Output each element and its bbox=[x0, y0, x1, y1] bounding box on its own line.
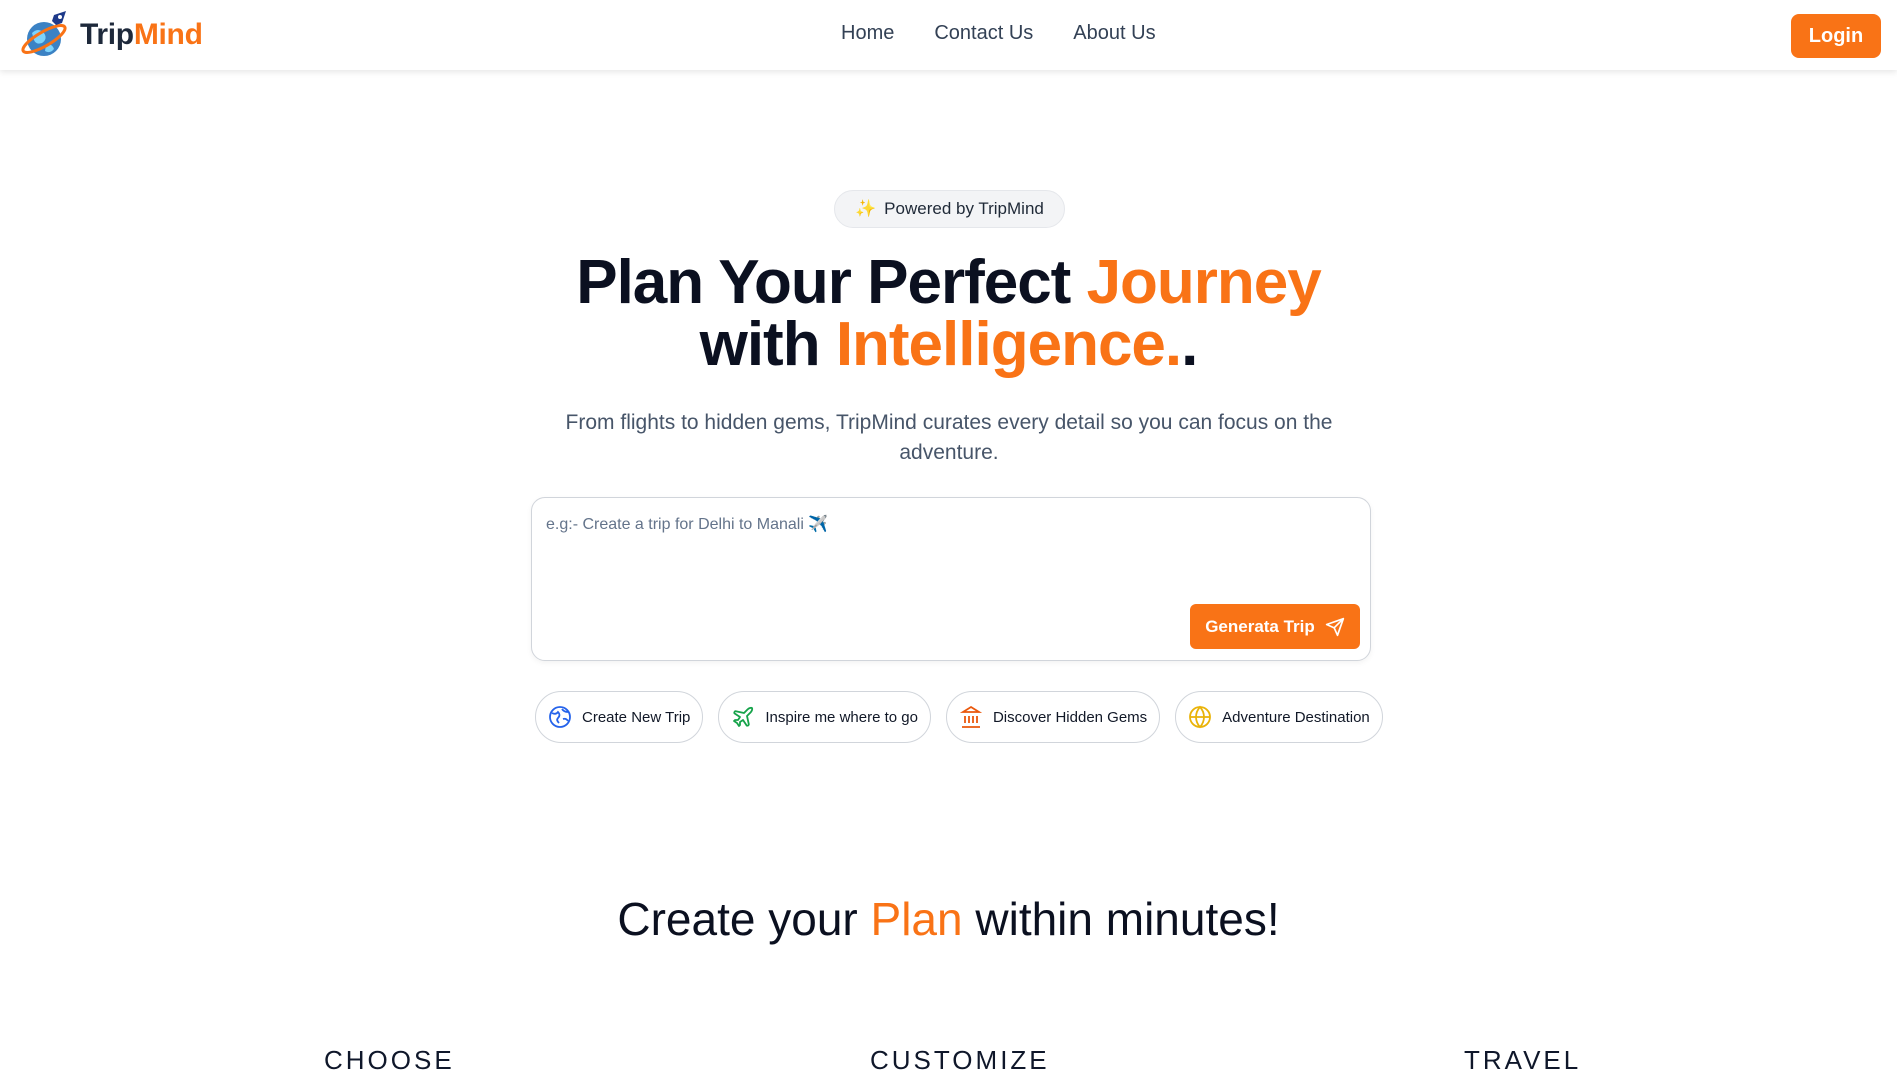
step-travel: TRAVEL bbox=[1464, 1045, 1582, 1075]
nav-home[interactable]: Home bbox=[841, 22, 894, 45]
globe-icon bbox=[549, 706, 571, 728]
title-highlight: Journey bbox=[1086, 248, 1322, 317]
logo-wordmark: TripMind bbox=[80, 18, 203, 52]
hero-subtitle: From flights to hidden gems, TripMind cu… bbox=[565, 411, 1333, 464]
chip-label: Discover Hidden Gems bbox=[992, 708, 1148, 726]
globe-alt-icon bbox=[1189, 705, 1212, 729]
sparkles-icon: ✨ bbox=[855, 199, 877, 218]
logo-text-mind: Mind bbox=[133, 18, 203, 51]
step-choose: CHOOSE bbox=[324, 1045, 455, 1075]
hero-title-line2: with Intelligence.. bbox=[699, 310, 1199, 379]
plane-icon bbox=[733, 706, 754, 727]
chip-create-new-trip[interactable]: Create New Trip bbox=[535, 691, 704, 743]
chip-inspire-me[interactable]: Inspire me where to go bbox=[718, 691, 931, 743]
trip-prompt-input[interactable] bbox=[546, 514, 1346, 584]
generate-trip-button[interactable]: Generata Trip bbox=[1190, 604, 1360, 649]
chip-adventure-destination[interactable]: Adventure Destination bbox=[1175, 691, 1383, 743]
steps-row: CHOOSE CUSTOMIZE TRAVEL bbox=[0, 1045, 1897, 1078]
landmark-icon bbox=[959, 705, 983, 728]
title-text: . bbox=[1181, 310, 1198, 379]
hero-title: Plan Your Perfect Journey with Intellige… bbox=[0, 252, 1897, 376]
title-text: Plan Your Perfect bbox=[576, 248, 1087, 317]
title-highlight: Intelligence. bbox=[835, 310, 1182, 379]
section-title: Create your Plan within minutes! bbox=[0, 892, 1897, 946]
suggestion-chips: Create New Trip Inspire me where to go D… bbox=[535, 691, 1383, 743]
chip-label: Create New Trip bbox=[582, 708, 691, 726]
logo[interactable]: TripMind bbox=[18, 9, 203, 61]
section-title-text: Create your bbox=[617, 893, 871, 945]
send-icon bbox=[1325, 617, 1344, 636]
chip-label: Inspire me where to go bbox=[765, 708, 918, 726]
globe-rocket-logo-icon bbox=[21, 11, 67, 56]
chip-label: Adventure Destination bbox=[1222, 708, 1370, 726]
section-title-text: within minutes! bbox=[962, 893, 1280, 945]
badge-text: Powered by TripMind bbox=[884, 199, 1044, 218]
chip-discover-hidden-gems[interactable]: Discover Hidden Gems bbox=[945, 691, 1161, 743]
step-customize: CUSTOMIZE bbox=[870, 1045, 1050, 1075]
generate-trip-label: Generata Trip bbox=[1205, 616, 1315, 636]
login-button[interactable]: Login bbox=[1791, 14, 1881, 58]
main-nav: Home Contact Us About Us bbox=[841, 22, 1156, 45]
title-text: with bbox=[699, 310, 836, 379]
hero-title-line1: Plan Your Perfect Journey bbox=[576, 248, 1322, 317]
powered-by-badge: ✨ Powered by TripMind bbox=[834, 190, 1065, 228]
nav-contact-us[interactable]: Contact Us bbox=[934, 22, 1033, 45]
top-header: TripMind Home Contact Us About Us Login bbox=[0, 0, 1897, 70]
section-title-highlight: Plan bbox=[870, 893, 963, 945]
nav-about-us[interactable]: About Us bbox=[1073, 22, 1155, 45]
logo-text-trip: Trip bbox=[80, 18, 134, 51]
trip-prompt-box: Generata Trip bbox=[531, 497, 1371, 661]
